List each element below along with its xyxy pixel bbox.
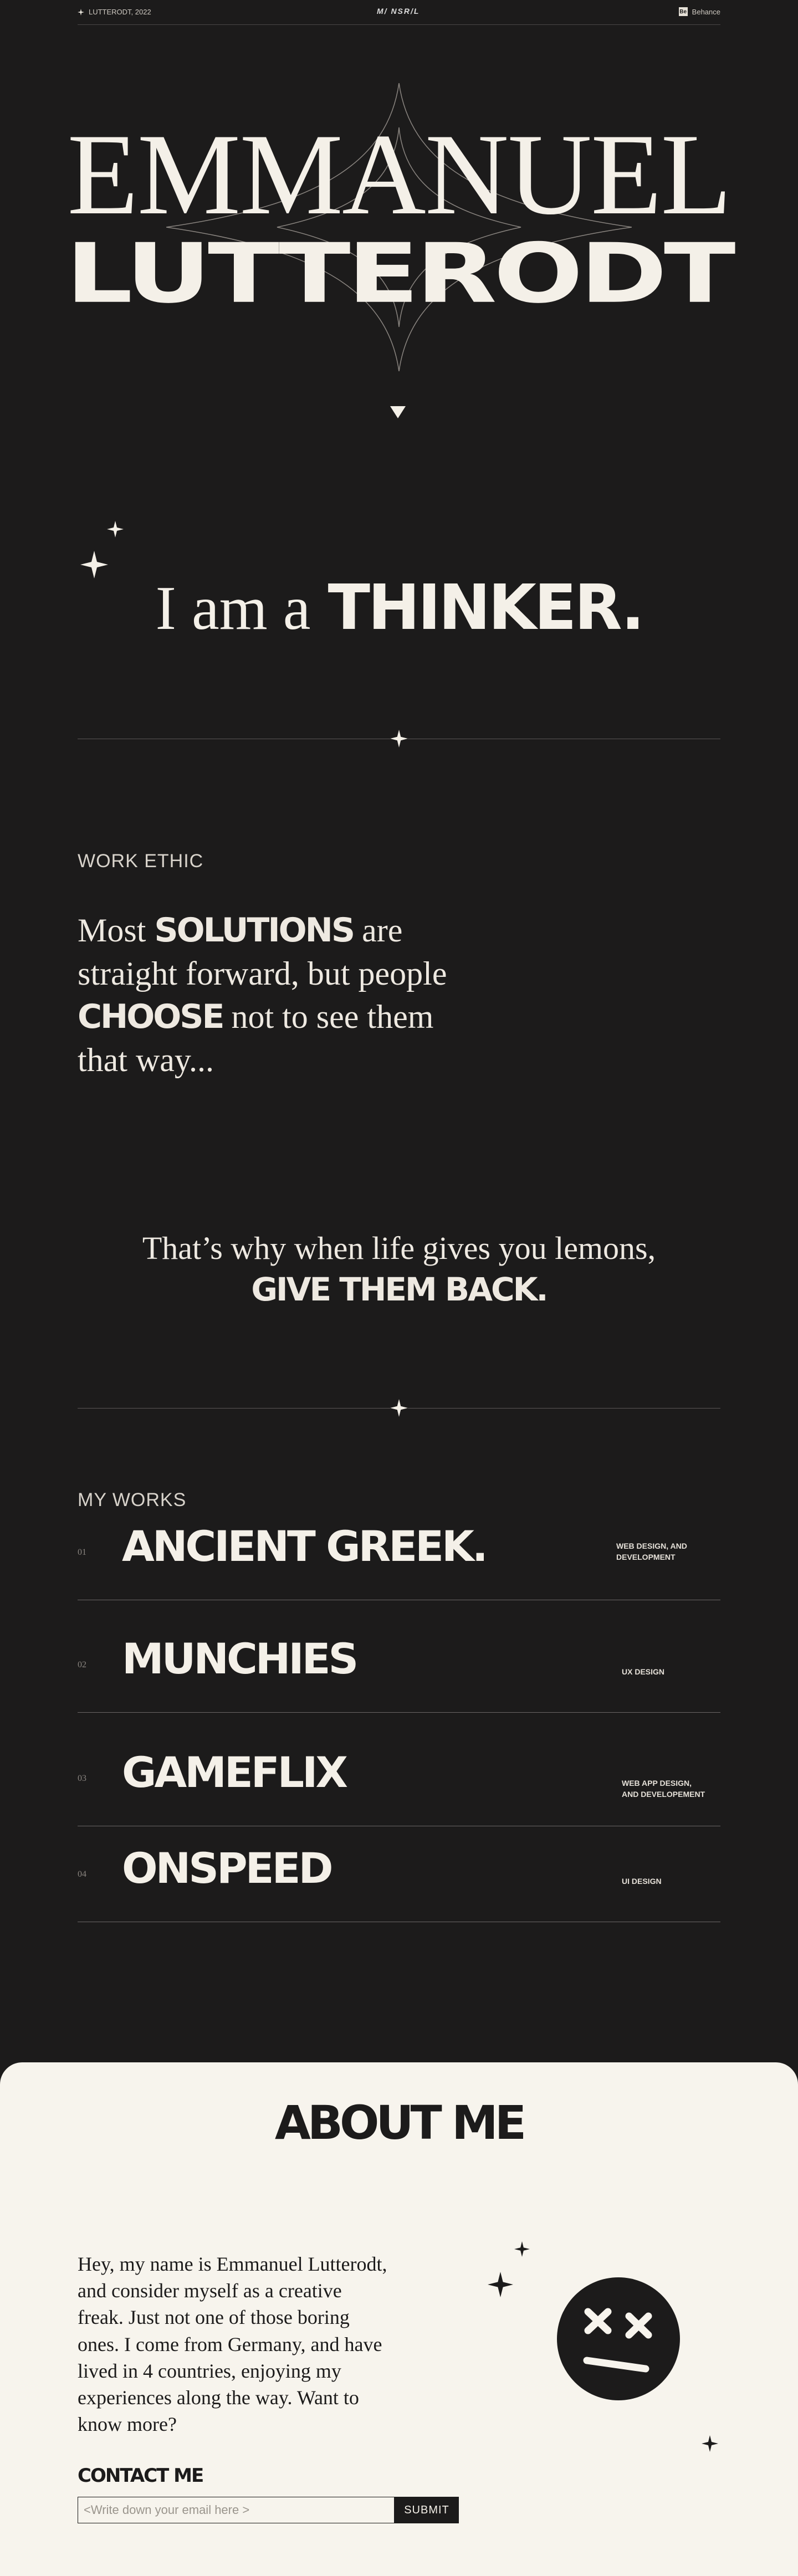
ethic-line3-a: CHOOSE	[78, 997, 224, 1036]
work-tag-line1: UX DESIGN	[622, 1667, 665, 1676]
work-title: ONSPEED	[122, 1843, 334, 1893]
top-bar: LUTTERODT, 2022 M/ NSR/L Be Behance	[78, 0, 720, 25]
work-item-ancient-greek[interactable]: 01 ANCIENT GREEK. WEB DESIGN, AND DEVELO…	[78, 1521, 720, 1600]
work-item-onspeed[interactable]: 04 ONSPEED UI DESIGN	[78, 1843, 720, 1922]
ethic-line4: that way...	[78, 1042, 214, 1078]
ethic-line3-b: not to see them	[231, 998, 434, 1035]
sparkle-small-icon	[107, 521, 124, 537]
dizzy-face-icon	[557, 2277, 680, 2400]
sparkle-icon	[78, 8, 84, 16]
behance-label: Behance	[692, 7, 720, 16]
sparkle-large-icon	[488, 2272, 513, 2297]
about-title: ABOUT ME	[274, 2096, 526, 2150]
work-number: 04	[78, 1870, 86, 1879]
work-tag-line1: WEB DESIGN, AND	[616, 1541, 687, 1550]
site-logo[interactable]: M/ NSR/L	[377, 7, 420, 16]
divider-sparkle-icon	[390, 730, 408, 747]
thinker-word: THINKER.	[328, 572, 645, 644]
work-ethic-label: WORK ETHIC	[78, 851, 204, 872]
lemons-quote: That’s why when life gives you lemons, G…	[0, 1227, 798, 1311]
work-number: 02	[78, 1660, 86, 1669]
sparkle-small-icon	[514, 2241, 530, 2257]
my-works-label: MY WORKS	[78, 1489, 187, 1510]
work-tag-line2: DEVELOPMENT	[616, 1552, 676, 1561]
about-text: Hey, my name is Emmanuel Lutterodt, and …	[78, 2253, 387, 2436]
copyright-text: LUTTERODT, 2022	[89, 8, 151, 16]
hero-first-name: EMMANUEL	[67, 110, 732, 239]
work-number: 01	[78, 1548, 86, 1557]
work-tag: UI DESIGN	[622, 1876, 733, 1887]
work-ethic-statement: Most SOLUTIONS are straight forward, but…	[78, 909, 521, 1082]
email-input[interactable]	[78, 2497, 395, 2523]
work-tag: WEB DESIGN, AND DEVELOPMENT	[616, 1541, 727, 1563]
work-number: 03	[78, 1774, 86, 1783]
thinker-statement: I am a THINKER.	[0, 571, 798, 646]
divider-sparkle-icon-2	[390, 1399, 408, 1417]
scroll-down-arrow-icon[interactable]	[390, 406, 406, 418]
submit-button[interactable]: SUBMIT	[395, 2497, 459, 2523]
lemons-line1: That’s why when life gives you lemons,	[142, 1230, 656, 1266]
sparkle-corner-icon	[702, 2435, 718, 2452]
work-title: GAMEFLIX	[122, 1748, 348, 1797]
work-tag-line1: UI DESIGN	[622, 1877, 662, 1886]
work-item-munchies[interactable]: 02 MUNCHIES UX DESIGN	[78, 1633, 720, 1713]
ethic-line1-a: Most	[78, 912, 146, 949]
ethic-line1-b: SOLUTIONS	[154, 911, 355, 950]
thinker-prefix: I am a	[155, 574, 311, 643]
work-tag: UX DESIGN	[622, 1667, 733, 1678]
behance-link[interactable]: Be Behance	[678, 7, 720, 16]
work-tag: WEB APP DESIGN, AND DEVELOPEMENT	[622, 1778, 733, 1800]
behance-icon: Be	[678, 7, 688, 16]
ethic-line2: straight forward, but people	[78, 955, 447, 992]
contact-title: CONTACT ME	[78, 2465, 204, 2487]
ethic-line1-c: are	[362, 912, 403, 949]
work-title: ANCIENT GREEK.	[122, 1522, 488, 1571]
work-tag-line2: AND DEVELOPEMENT	[622, 1789, 705, 1799]
work-tag-line1: WEB APP DESIGN,	[622, 1779, 692, 1788]
lemons-line2: GIVE THEM BACK.	[251, 1271, 548, 1309]
work-title: MUNCHIES	[122, 1634, 359, 1683]
top-bar-left: LUTTERODT, 2022	[78, 8, 151, 16]
hero-last-name: LUTTERODT	[65, 226, 735, 321]
work-item-gameflix[interactable]: 03 GAMEFLIX WEB APP DESIGN, AND DEVELOPE…	[78, 1747, 720, 1826]
about-section: ABOUT ME Hey, my name is Emmanuel Lutter…	[0, 2062, 798, 2576]
